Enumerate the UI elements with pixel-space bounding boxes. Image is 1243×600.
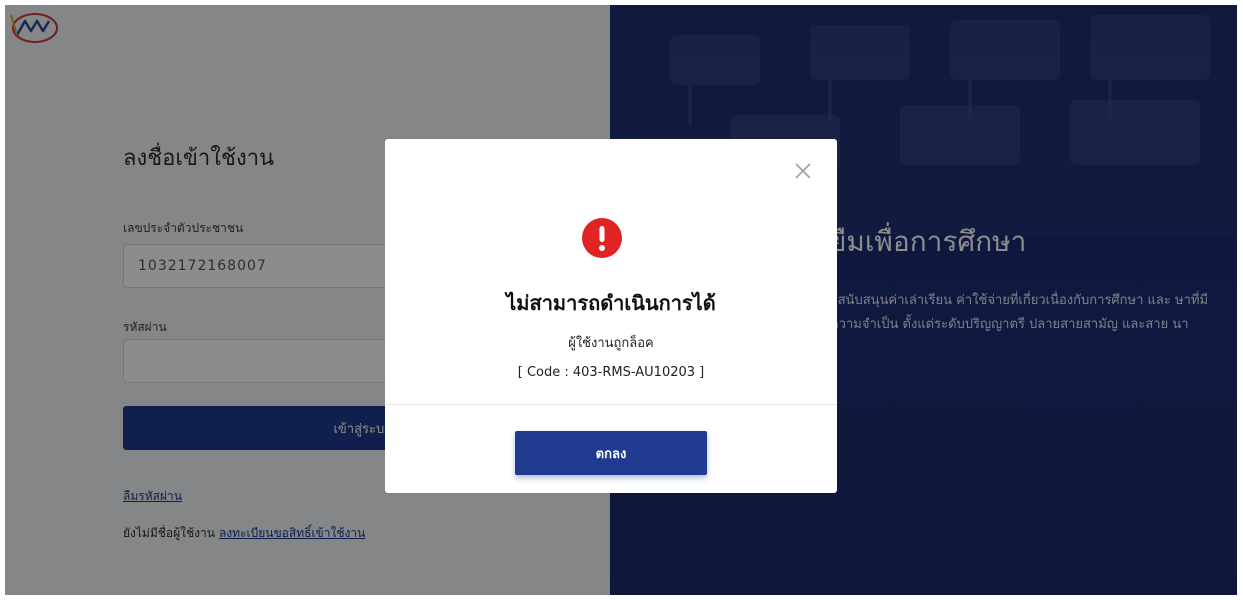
error-code: [ Code : 403-RMS-AU10203 ] [517, 365, 705, 380]
ok-button[interactable]: ตกลง [515, 431, 707, 475]
error-exclamation-icon [582, 218, 622, 258]
dialog-title: ไม่สามารถดำเนินการได้ [506, 291, 716, 315]
dialog-divider [385, 404, 837, 405]
dialog-message: ผู้ใช้งานถูกล็อค [568, 336, 654, 351]
close-icon[interactable] [791, 159, 815, 183]
error-dialog: ไม่สามารถดำเนินการได้ ผู้ใช้งานถูกล็อค [… [385, 139, 837, 493]
screen: ลงชื่อเข้าใช้งาน เลขประจำตัวประชาชน รหัส… [5, 5, 1237, 595]
